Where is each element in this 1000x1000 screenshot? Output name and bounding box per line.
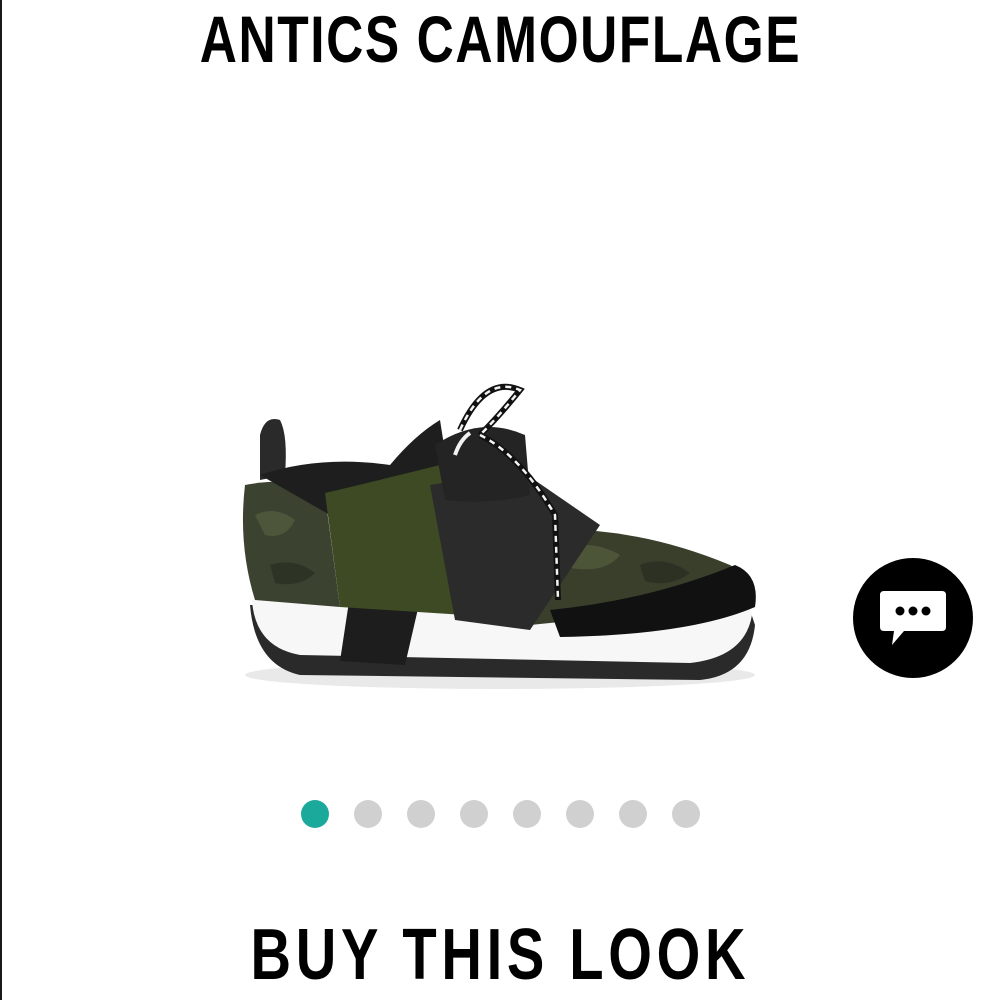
product-image	[242, 383, 756, 689]
chat-button[interactable]	[853, 558, 973, 678]
carousel-dot-6[interactable]	[565, 800, 594, 828]
chat-bubble-icon	[880, 591, 946, 645]
carousel-dot-8[interactable]	[671, 800, 700, 828]
carousel-dot-3[interactable]	[406, 800, 435, 828]
product-image-carousel[interactable]	[0, 90, 1000, 850]
product-title-text: ANTICS CAMOUFLAGE	[199, 2, 801, 76]
carousel-dot-7[interactable]	[618, 800, 647, 828]
buy-this-look-text: BUY THIS LOOK	[250, 915, 750, 995]
carousel-dot-2[interactable]	[353, 800, 382, 828]
carousel-dot-5[interactable]	[512, 800, 541, 828]
buy-this-look-heading: BUY THIS LOOK	[0, 912, 1000, 998]
product-title: ANTICS CAMOUFLAGE	[0, 0, 1000, 78]
carousel-dot-4[interactable]	[459, 800, 488, 828]
carousel-pagination	[0, 799, 1000, 829]
carousel-dot-1[interactable]	[300, 800, 329, 828]
